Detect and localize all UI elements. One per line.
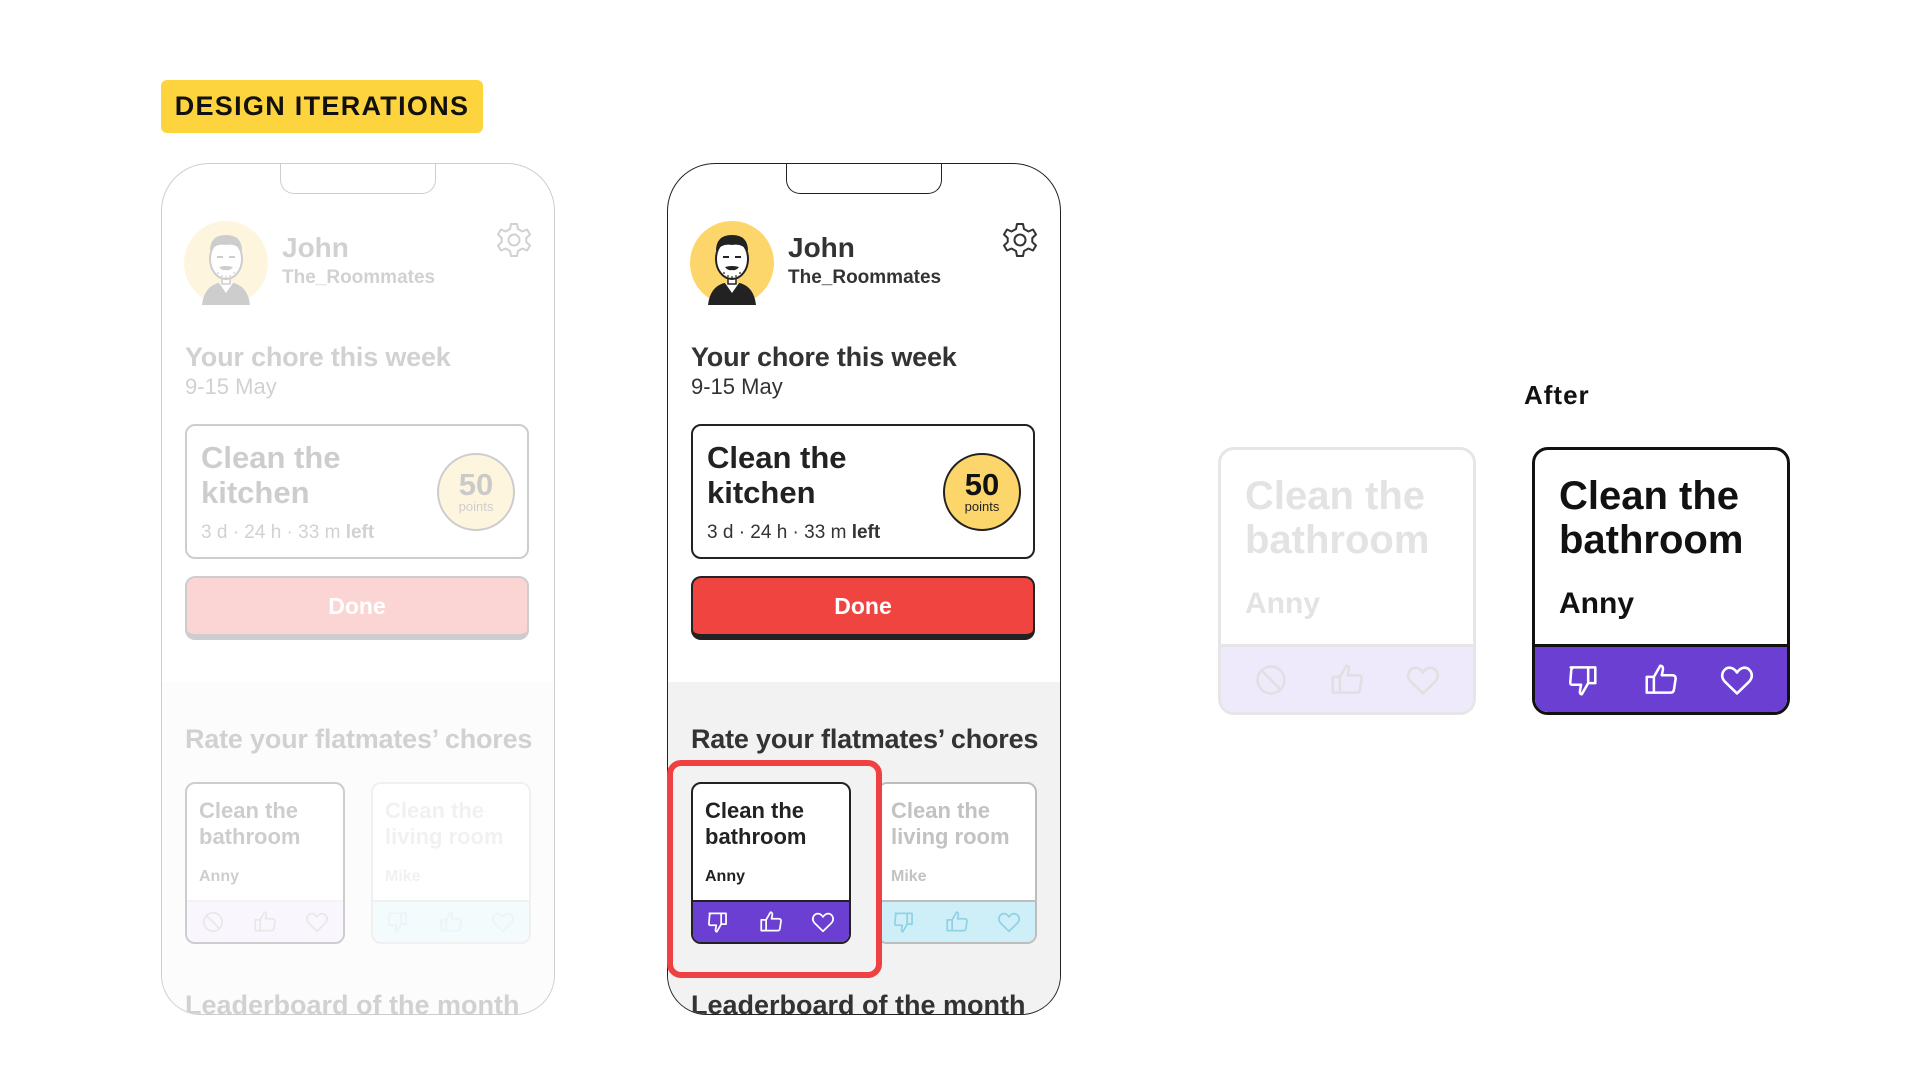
- chore-card: Clean the kitchen 3 d · 24 h · 33 m left…: [185, 424, 529, 559]
- thumbs-up-icon[interactable]: [1642, 661, 1680, 699]
- thumbs-up-icon[interactable]: [944, 909, 970, 935]
- chore-title: Clean the kitchen: [201, 440, 341, 510]
- thumbs-up-icon: [438, 909, 464, 935]
- chore-title: Clean the kitchen: [707, 440, 847, 510]
- phone-mockup-before: John The_Roommates Your chore this week …: [161, 163, 555, 1015]
- chore-dates: 9-15 May: [691, 374, 783, 399]
- avatar-man-icon: [184, 221, 268, 305]
- chore-time-left: 3 d · 24 h · 33 m left: [201, 522, 375, 543]
- leaderboard-heading: Leaderboard of the month: [691, 990, 1026, 1015]
- rating-card: Clean the bathroom Anny: [185, 782, 345, 944]
- chore-heading: Your chore this week: [691, 342, 957, 372]
- thumbs-down-icon[interactable]: [892, 909, 918, 935]
- chore-dates: 9-15 May: [185, 374, 277, 399]
- rating-card-assignee: Anny: [1559, 587, 1634, 620]
- rating-card-title: Clean the living room: [891, 798, 1010, 849]
- heart-icon: [490, 909, 516, 935]
- points-badge: 50 points: [437, 453, 515, 531]
- user-group: The_Roommates: [788, 267, 942, 288]
- gear-icon: [494, 220, 534, 260]
- heart-icon: [304, 909, 330, 935]
- thumbs-down-icon: [386, 909, 412, 935]
- rating-card-assignee: Mike: [891, 868, 927, 885]
- thumbs-up-icon: [252, 909, 278, 935]
- done-button: Done: [185, 576, 529, 640]
- rating-card-living-room[interactable]: Clean the living room Mike: [877, 782, 1037, 944]
- avatar-man-icon[interactable]: [690, 221, 774, 305]
- done-button[interactable]: Done: [691, 576, 1035, 640]
- highlight-frame: [667, 760, 882, 978]
- rating-card-title: Clean the bathroom: [1245, 474, 1430, 562]
- user-name: John: [788, 232, 855, 263]
- rating-card-assignee: Anny: [1245, 587, 1320, 620]
- rate-heading: Rate your flatmates’ chores: [185, 724, 533, 754]
- points-badge: 50 points: [943, 453, 1021, 531]
- user-name: John: [282, 232, 349, 263]
- chore-time-left: 3 d · 24 h · 33 m left: [707, 522, 881, 543]
- block-icon: [200, 909, 226, 935]
- rating-card: Clean the living room Mike: [371, 782, 531, 944]
- user-group: The_Roommates: [282, 267, 436, 288]
- phone-notch: [786, 164, 942, 194]
- design-iterations-tag: DESIGN ITERATIONS: [161, 80, 483, 133]
- after-label: After: [1524, 380, 1590, 410]
- rating-card-after[interactable]: Clean the bathroom Anny: [1532, 447, 1790, 715]
- heart-icon: [1404, 661, 1442, 699]
- block-icon: [1252, 661, 1290, 699]
- thumbs-up-icon: [1328, 661, 1366, 699]
- rate-heading: Rate your flatmates’ chores: [691, 724, 1039, 754]
- thumbs-down-icon[interactable]: [1566, 661, 1604, 699]
- leaderboard-heading: Leaderboard of the month: [185, 990, 520, 1015]
- phone-notch: [280, 164, 436, 194]
- rating-card-title: Clean the bathroom: [1559, 474, 1744, 562]
- rating-card-before: Clean the bathroom Anny: [1218, 447, 1476, 715]
- chore-card[interactable]: Clean the kitchen 3 d · 24 h · 33 m left…: [691, 424, 1035, 559]
- heart-icon[interactable]: [1718, 661, 1756, 699]
- gear-icon[interactable]: [1000, 220, 1040, 260]
- chore-heading: Your chore this week: [185, 342, 451, 372]
- heart-icon[interactable]: [996, 909, 1022, 935]
